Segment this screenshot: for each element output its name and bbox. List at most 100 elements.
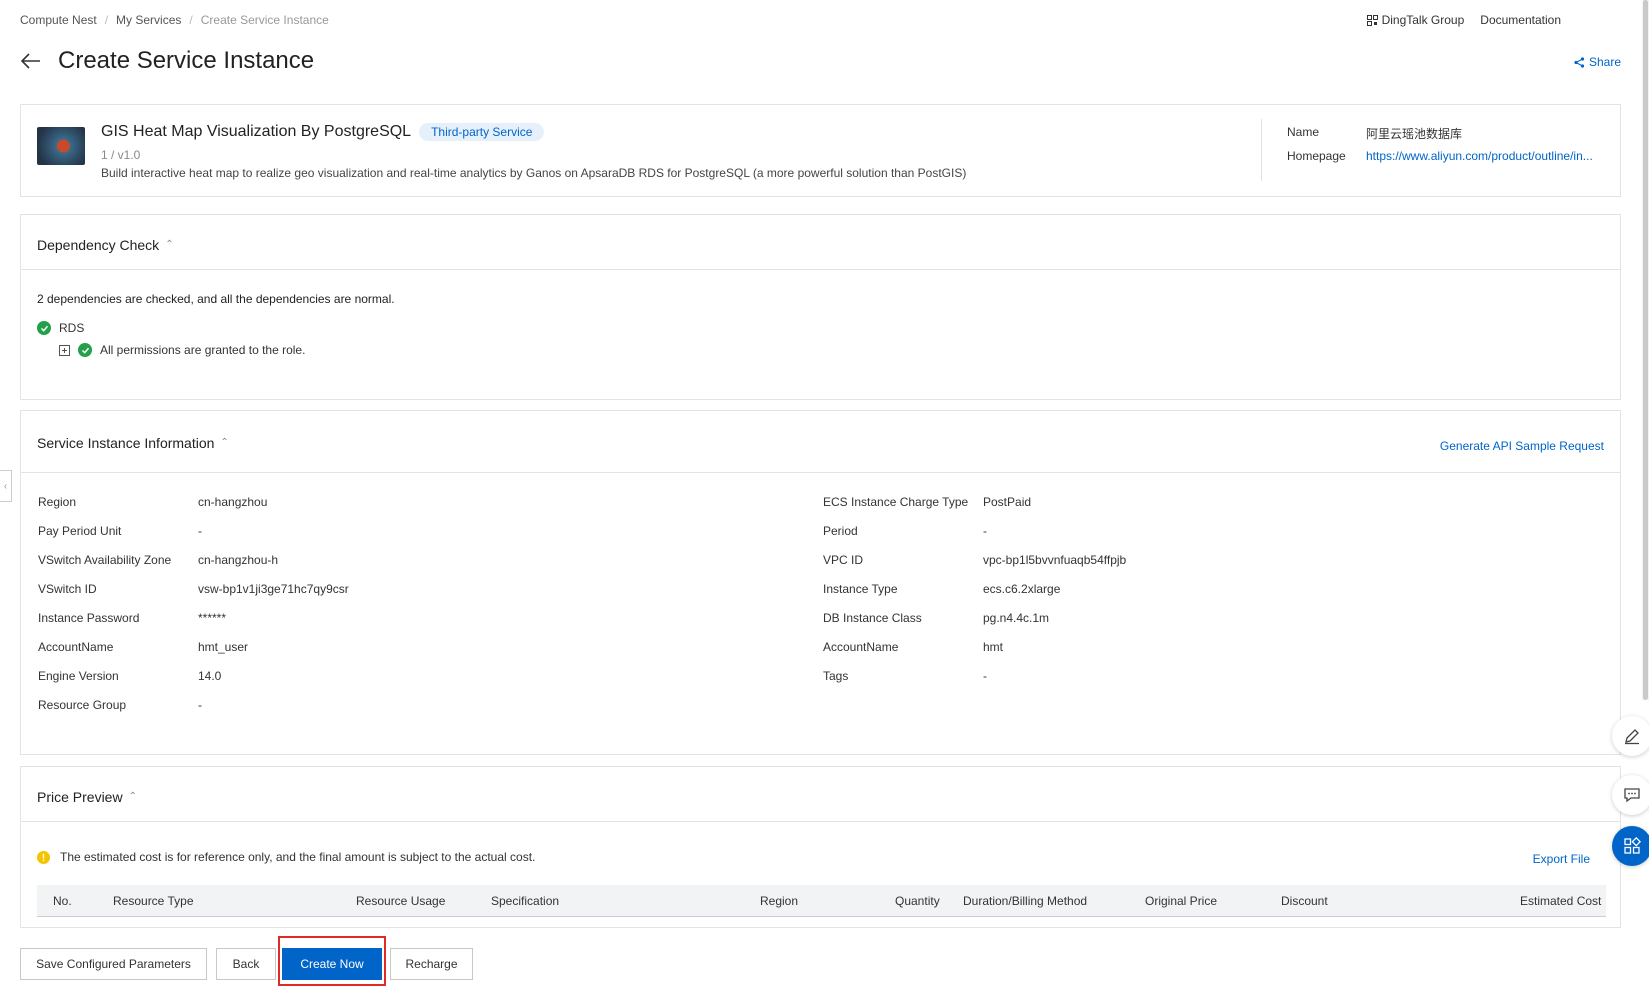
service-name-row: GIS Heat Map Visualization By PostgreSQL…	[101, 123, 545, 141]
create-now-highlight	[278, 936, 386, 986]
name-label: Name	[1287, 125, 1320, 139]
dependency-name: RDS	[59, 321, 85, 335]
dingtalk-group-label: DingTalk Group	[1381, 13, 1465, 27]
back-arrow-icon[interactable]	[20, 50, 42, 72]
page-header: Create Service Instance	[20, 47, 314, 75]
page-scrollbar[interactable]	[1642, 0, 1649, 700]
apps-float-button[interactable]	[1612, 826, 1649, 866]
price-preview-toggle[interactable]: Price Preview ⌃	[37, 789, 137, 805]
column-header: Region	[760, 894, 799, 908]
service-version: 1 / v1.0	[101, 148, 141, 162]
chevron-left-icon: ‹	[3, 480, 8, 492]
price-notice-text: The estimated cost is for reference only…	[60, 850, 536, 864]
column-header: Specification	[491, 894, 560, 908]
section-title: Service Instance Information	[37, 435, 215, 451]
expand-plus-icon[interactable]	[59, 344, 70, 356]
chat-icon	[1624, 788, 1640, 803]
back-button[interactable]: Back	[216, 948, 276, 980]
info-value: 14.0	[198, 669, 222, 683]
info-label: AccountName	[38, 640, 114, 654]
info-value: cn-hangzhou	[198, 495, 268, 509]
column-header: Original Price	[1145, 894, 1218, 908]
edit-icon	[1625, 729, 1639, 745]
collapse-sidebar-tab[interactable]: ‹	[0, 470, 12, 502]
check-circle-icon	[78, 343, 92, 357]
export-file-link[interactable]: Export File	[1533, 852, 1590, 866]
section-header: Dependency Check ⌃	[21, 215, 1620, 270]
info-value: vpc-bp1l5bvvnfuaqb54ffpjb	[983, 553, 1127, 567]
info-value: cn-hangzhou-h	[198, 553, 279, 567]
info-label: VPC ID	[823, 553, 864, 567]
recharge-button[interactable]: Recharge	[390, 948, 473, 980]
dependency-summary: 2 dependencies are checked, and all the …	[37, 292, 395, 306]
info-value: hmt_user	[198, 640, 249, 654]
price-preview-section: Price Preview ⌃ The estimated cost is fo…	[20, 766, 1621, 928]
service-card: GIS Heat Map Visualization By PostgreSQL…	[20, 104, 1621, 197]
chevron-up-icon: ⌃	[128, 790, 137, 802]
info-value: ******	[198, 611, 227, 625]
top-links: DingTalk Group Documentation	[1366, 13, 1561, 27]
divider	[1261, 119, 1262, 181]
info-value: PostPaid	[983, 495, 1032, 509]
info-label: Instance Type	[823, 582, 898, 596]
generate-api-sample-link[interactable]: Generate API Sample Request	[1440, 439, 1604, 453]
check-circle-icon	[37, 321, 51, 335]
column-header: Quantity	[895, 894, 940, 908]
warning-icon	[37, 850, 50, 864]
info-label: VSwitch ID	[38, 582, 97, 596]
info-value: -	[983, 669, 987, 683]
page-title: Create Service Instance	[58, 47, 315, 74]
info-value: hmt	[983, 640, 1004, 654]
breadcrumb-my-services[interactable]: My Services	[116, 13, 181, 27]
column-header: Resource Type	[113, 894, 194, 908]
dependency-sub-item: All permissions are granted to the role.	[59, 343, 305, 357]
share-button[interactable]: Share	[1574, 55, 1621, 69]
column-header: Resource Usage	[356, 894, 446, 908]
info-label: Tags	[823, 669, 849, 683]
breadcrumb-compute-nest[interactable]: Compute Nest	[20, 13, 97, 27]
save-configured-parameters-button[interactable]: Save Configured Parameters	[20, 948, 207, 980]
column-header: No.	[53, 894, 72, 908]
dependency-check-section: Dependency Check ⌃ 2 dependencies are ch…	[20, 214, 1621, 400]
feedback-float-button[interactable]	[1612, 775, 1649, 815]
info-label: DB Instance Class	[823, 611, 922, 625]
homepage-label: Homepage	[1287, 149, 1346, 163]
dependency-sub-text: All permissions are granted to the role.	[100, 343, 306, 357]
section-header: Price Preview ⌃	[21, 767, 1620, 822]
instance-info-toggle[interactable]: Service Instance Information ⌃	[37, 435, 229, 451]
service-thumbnail	[37, 127, 85, 165]
info-label: Period	[823, 524, 858, 538]
service-name: GIS Heat Map Visualization By PostgreSQL	[101, 123, 412, 140]
homepage-link[interactable]: https://www.aliyun.com/product/outline/i…	[1366, 149, 1593, 163]
price-notice: The estimated cost is for reference only…	[37, 850, 535, 864]
chevron-up-icon: ⌃	[220, 436, 229, 448]
qr-code-icon	[1366, 14, 1378, 26]
info-value: -	[983, 524, 987, 538]
info-label: Resource Group	[38, 698, 127, 712]
breadcrumb-separator: /	[104, 13, 109, 27]
info-label: ECS Instance Charge Type	[823, 495, 969, 509]
column-header: Discount	[1281, 894, 1328, 908]
apps-grid-icon	[1624, 837, 1641, 854]
info-value: -	[198, 698, 202, 712]
info-label: Pay Period Unit	[38, 524, 122, 538]
service-type-badge: Third-party Service	[419, 123, 545, 141]
share-icon	[1574, 56, 1585, 68]
column-header: Duration/Billing Method	[963, 894, 1088, 908]
dependency-check-toggle[interactable]: Dependency Check ⌃	[37, 237, 174, 253]
edit-float-button[interactable]	[1612, 716, 1649, 756]
info-value: vsw-bp1v1ji3ge71hc7qy9csr	[198, 582, 349, 596]
info-label: Engine Version	[38, 669, 119, 683]
column-header: Estimated Cost	[1520, 894, 1602, 908]
breadcrumb: Compute Nest / My Services / Create Serv…	[20, 13, 329, 27]
info-value: pg.n4.4c.1m	[983, 611, 1050, 625]
info-value: ecs.c6.2xlarge	[983, 582, 1061, 596]
section-header: Service Instance Information ⌃ Generate …	[21, 411, 1620, 473]
info-value: -	[198, 524, 202, 538]
dingtalk-group-link[interactable]: DingTalk Group	[1366, 13, 1465, 27]
dependency-item: RDS	[37, 321, 84, 335]
documentation-link[interactable]: Documentation	[1480, 13, 1561, 27]
scrollbar-thumb[interactable]	[1643, 0, 1648, 700]
info-label: AccountName	[823, 640, 899, 654]
info-label: VSwitch Availability Zone	[38, 553, 172, 567]
